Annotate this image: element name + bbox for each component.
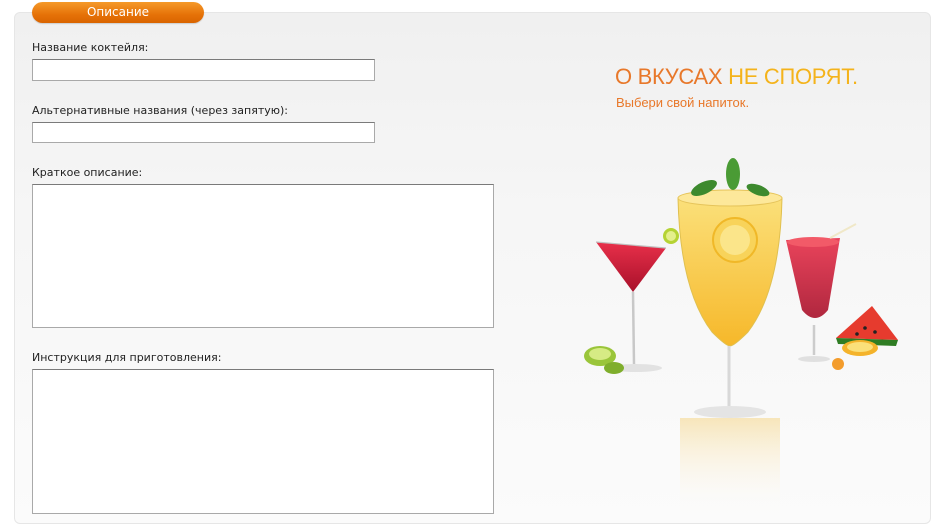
tall-glass-icon bbox=[677, 189, 783, 418]
promo-headline-part1: О ВКУСАХ bbox=[615, 64, 723, 89]
short-description-label: Краткое описание: bbox=[32, 166, 143, 179]
orange-slice-icon bbox=[832, 340, 878, 370]
instructions-textarea[interactable] bbox=[32, 369, 494, 514]
promo-headline-part2: НЕ СПОРЯТ. bbox=[728, 64, 858, 89]
alt-names-input[interactable] bbox=[32, 122, 375, 143]
promo-headline: О ВКУСАХ НЕ СПОРЯТ. bbox=[615, 64, 858, 90]
cocktail-name-label: Название коктейля: bbox=[32, 41, 149, 54]
promo-subline: Выбери свой напиток. bbox=[616, 95, 750, 110]
lime-wedge-icon bbox=[584, 346, 624, 374]
cocktails-illustration bbox=[584, 158, 898, 518]
tab-description[interactable]: Описание bbox=[32, 2, 204, 23]
cocktail-name-input[interactable] bbox=[32, 59, 375, 81]
lime-icon bbox=[663, 228, 679, 244]
watermelon-icon bbox=[836, 306, 898, 346]
short-description-textarea[interactable] bbox=[32, 184, 494, 328]
instructions-label: Инструкция для приготовления: bbox=[32, 351, 222, 364]
alt-names-label: Альтернативные названия (через запятую): bbox=[32, 104, 288, 117]
